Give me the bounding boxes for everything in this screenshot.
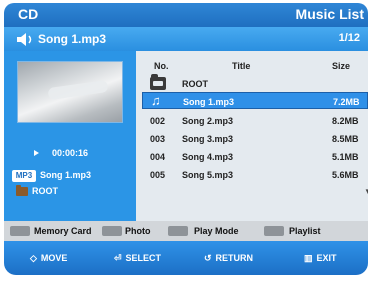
return-hint: ↺ RETURN [204,253,253,264]
folder-icon [16,185,28,196]
scroll-down-icon[interactable]: ▼ [364,187,368,196]
current-track-name: Song 1.mp3 [40,170,92,180]
exit-label: EXIT [316,253,337,263]
folder-row-title: ROOT [182,79,208,89]
column-header-no: No. [154,61,169,71]
list-item-title: Song 5.mp3 [182,170,234,180]
playlist-label: Playlist [289,226,321,236]
move-arrows-icon: ◇ [30,253,37,263]
select-hint: ⏎ SELECT [114,253,161,264]
speaker-icon [17,33,32,46]
file-list: No. Title Size ROOT ♫ Song 1.mp3 7.2MB 0… [136,51,368,221]
list-item[interactable]: 004 Song 4.mp3 5.1MB [142,148,368,165]
now-playing-filename: Song 1.mp3 [38,32,107,46]
enter-icon: ⏎ [114,253,122,263]
return-label: RETURN [215,253,254,263]
color-key-bar: Memory Card Photo Play Mode Playlist [4,221,368,241]
list-item-number: 003 [150,134,166,144]
list-item-size: 8.5MB [332,134,359,144]
c-button-icon [168,226,188,236]
album-art-thumbnail [17,61,123,123]
b-button-icon [102,226,122,236]
list-item[interactable]: 003 Song 3.mp3 8.5MB [142,130,368,147]
list-item-size: 8.2MB [332,116,359,126]
play-mode-label: Play Mode [194,226,239,236]
a-button-icon [10,226,30,236]
exit-hint: ▥ EXIT [304,253,337,264]
folder-line: ROOT [12,185,136,199]
list-item-title: Song 3.mp3 [182,134,234,144]
list-item-title: Song 2.mp3 [182,116,234,126]
folder-row[interactable]: ROOT [142,74,368,92]
play-icon [34,150,39,156]
list-item-title: Song 1.mp3 [183,97,235,107]
move-hint: ◇ MOVE [30,253,67,264]
music-list-screen: CD Music List Song 1.mp3 1/12 00:00:16 M… [4,3,368,275]
select-label: SELECT [125,253,162,263]
list-item[interactable]: 002 Song 2.mp3 8.2MB [142,112,368,129]
list-item[interactable]: 005 Song 5.mp3 5.6MB [142,166,368,183]
current-folder-name: ROOT [32,186,58,196]
list-item[interactable]: ♫ Song 1.mp3 7.2MB [142,92,368,109]
music-note-icon: ♫ [151,93,161,108]
elapsed-time-value: 00:00:16 [52,148,89,158]
move-label: MOVE [40,253,68,263]
format-badge: MP3 [12,170,36,182]
column-header-size: Size [332,61,351,71]
track-position: 1/12 [338,32,360,44]
format-line: MP3 Song 1.mp3 [12,169,136,183]
memory-card-label: Memory Card [34,226,92,236]
list-item-number: 005 [150,170,166,180]
folder-icon [150,74,166,90]
list-item-size: 7.2MB [333,97,360,107]
elapsed-time: 00:00:16 [4,147,136,161]
info-panel: 00:00:16 MP3 Song 1.mp3 ROOT [4,51,136,221]
return-icon: ↺ [204,253,212,263]
screen-title: Music List [295,6,364,22]
photo-label: Photo [125,226,151,236]
navigation-help-bar: ◇ MOVE ⏎ SELECT ↺ RETURN ▥ EXIT [4,241,368,275]
title-bar: CD Music List [4,3,368,27]
d-button-icon [264,226,284,236]
source-label: CD [18,6,39,22]
list-item-size: 5.1MB [332,152,359,162]
exit-icon: ▥ [304,253,313,263]
list-item-number: 004 [150,152,166,162]
list-item-title: Song 4.mp3 [182,152,234,162]
list-item-number: 002 [150,116,166,126]
now-playing-bar: Song 1.mp3 1/12 [4,27,368,51]
column-header-title: Title [232,61,251,71]
list-item-size: 5.6MB [332,170,359,180]
